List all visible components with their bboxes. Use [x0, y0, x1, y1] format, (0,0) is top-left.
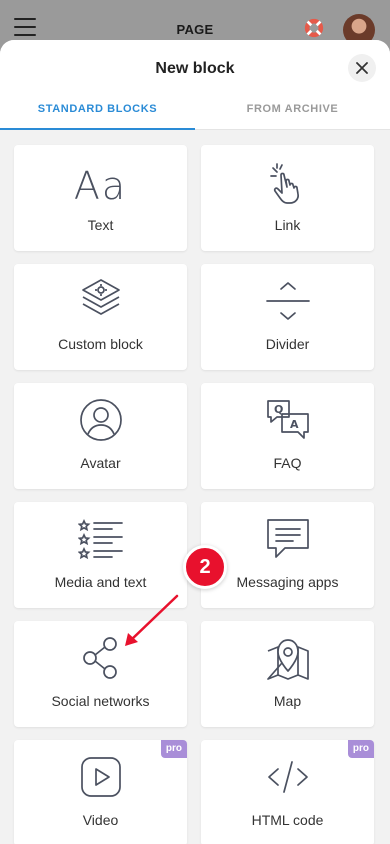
step-number-badge: 2 [183, 545, 227, 589]
annotation-arrow [125, 594, 179, 646]
